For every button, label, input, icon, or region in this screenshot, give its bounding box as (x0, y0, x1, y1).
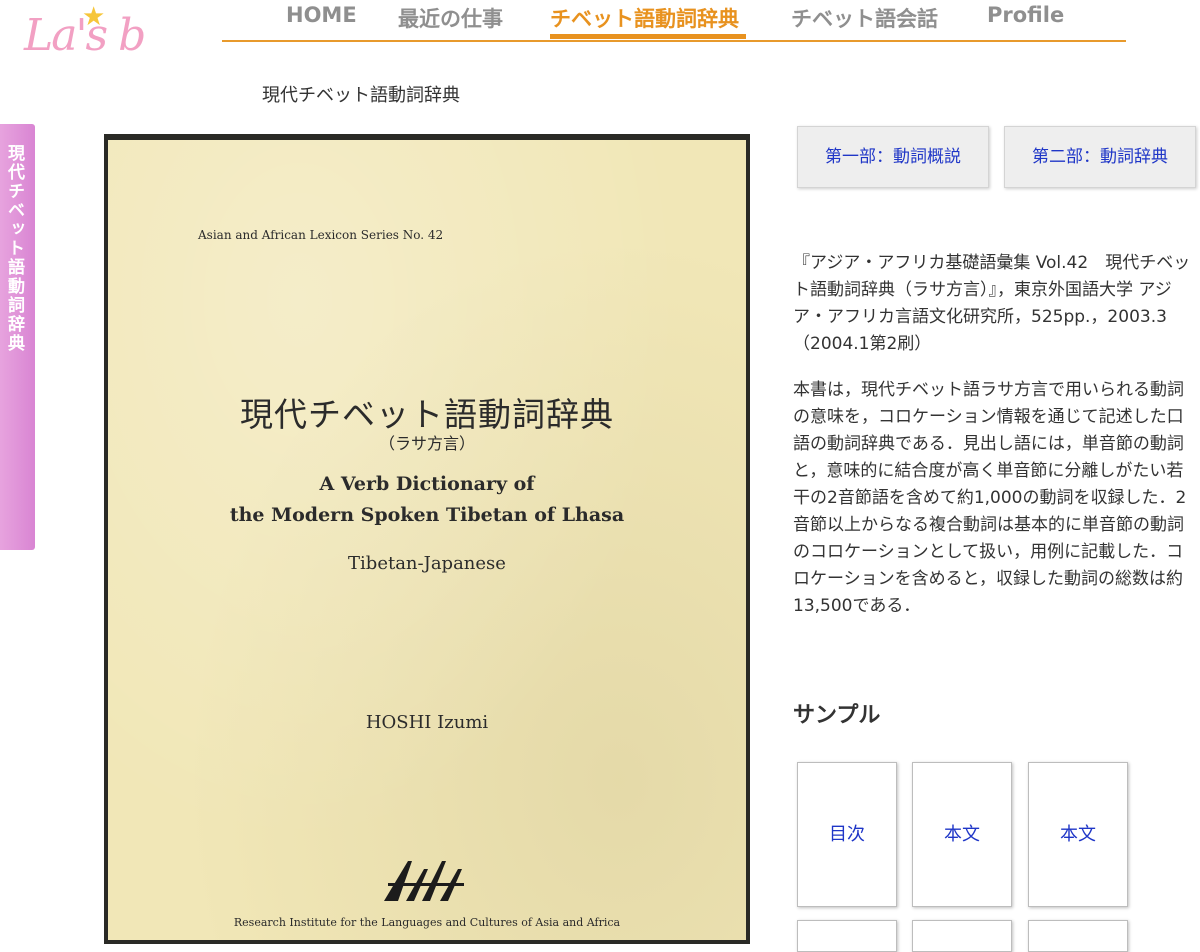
sample-heading: サンプル (793, 703, 881, 728)
sample-card-text-1[interactable]: 本文 (912, 762, 1012, 907)
book-description: 本書は，現代チベット語ラサ方言で用いられる動詞の意味を，コロケーション情報を通じ… (793, 380, 1187, 616)
sample-card-row2-2[interactable] (912, 920, 1012, 952)
part2-button[interactable]: 第二部：動詞辞典 (1004, 126, 1196, 188)
side-tab[interactable]: 現代チベット語動詞辞典 (0, 124, 35, 550)
sample-card-row2-1[interactable] (797, 920, 897, 952)
site-logo[interactable]: La's b ★ (22, 0, 192, 70)
cover-author: HOSHI Izumi (365, 712, 489, 733)
sample-card-row2-3[interactable] (1028, 920, 1128, 952)
breadcrumb: 現代チベット語動詞辞典 (262, 85, 460, 106)
nav-item-profile[interactable]: Profile (987, 3, 1064, 27)
nav-active-indicator (550, 34, 746, 39)
cover-title-jp: 現代チベット語動詞辞典 (240, 395, 614, 434)
part1-button[interactable]: 第一部：動詞概説 (797, 126, 989, 188)
nav-item-verb-dictionary[interactable]: チベット語動詞辞典 (550, 3, 739, 33)
cover-title-en-line2: the Modern Spoken Tibetan of Lhasa (229, 504, 625, 526)
cover-series: Asian and African Lexicon Series No. 42 (198, 228, 444, 242)
cover-publisher: Research Institute for the Languages and… (233, 916, 621, 929)
cover-subtitle-en: Tibetan-Japanese (348, 553, 506, 574)
publisher-logo-icon (384, 861, 464, 901)
cover-subtitle-jp: （ラサ方言） (378, 434, 475, 453)
nav-item-recent-work[interactable]: 最近の仕事 (398, 3, 503, 33)
book-cover-image: Asian and African Lexicon Series No. 42 … (108, 140, 746, 940)
nav-item-home[interactable]: HOME (286, 3, 357, 27)
nav-item-conversation[interactable]: チベット語会話 (791, 3, 938, 33)
sample-card-toc[interactable]: 目次 (797, 762, 897, 907)
cover-title-en-line1: A Verb Dictionary of (319, 473, 535, 495)
sample-card-text-2[interactable]: 本文 (1028, 762, 1128, 907)
star-icon: ★ (82, 2, 106, 32)
side-tab-label: 現代チベット語動詞辞典 (4, 144, 24, 353)
book-citation: 『アジア・アフリカ基礎語彙集 Vol.42 現代チベット語動詞辞典（ラサ方言）』… (793, 253, 1191, 354)
